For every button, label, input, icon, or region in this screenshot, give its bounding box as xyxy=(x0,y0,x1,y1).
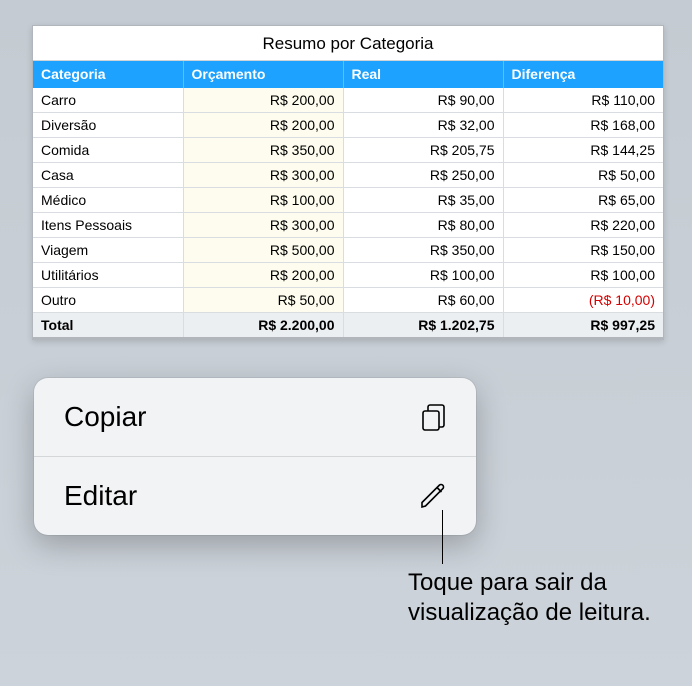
table-total-row: TotalR$ 2.200,00R$ 1.202,75R$ 997,25 xyxy=(33,313,663,339)
cell-budget: R$ 300,00 xyxy=(183,213,343,238)
copy-icon xyxy=(416,400,450,434)
cell-real: R$ 35,00 xyxy=(343,188,503,213)
total-real: R$ 1.202,75 xyxy=(343,313,503,339)
table-row: ComidaR$ 350,00R$ 205,75R$ 144,25 xyxy=(33,138,663,163)
cell-category: Carro xyxy=(33,88,183,113)
cell-diff: R$ 65,00 xyxy=(503,188,663,213)
cell-real: R$ 205,75 xyxy=(343,138,503,163)
cell-diff: (R$ 10,00) xyxy=(503,288,663,313)
spreadsheet-table: Resumo por Categoria Categoria Orçamento… xyxy=(32,25,664,340)
table-header-row: Categoria Orçamento Real Diferença xyxy=(33,61,663,88)
cell-diff: R$ 150,00 xyxy=(503,238,663,263)
table-row: DiversãoR$ 200,00R$ 32,00R$ 168,00 xyxy=(33,113,663,138)
edit-button[interactable]: Editar xyxy=(34,456,476,535)
copy-button[interactable]: Copiar xyxy=(34,378,476,456)
cell-real: R$ 250,00 xyxy=(343,163,503,188)
cell-category: Viagem xyxy=(33,238,183,263)
table-row: CasaR$ 300,00R$ 250,00R$ 50,00 xyxy=(33,163,663,188)
cell-budget: R$ 50,00 xyxy=(183,288,343,313)
cell-real: R$ 100,00 xyxy=(343,263,503,288)
table-row: UtilitáriosR$ 200,00R$ 100,00R$ 100,00 xyxy=(33,263,663,288)
cell-category: Utilitários xyxy=(33,263,183,288)
cell-category: Outro xyxy=(33,288,183,313)
cell-category: Comida xyxy=(33,138,183,163)
header-budget: Orçamento xyxy=(183,61,343,88)
cell-budget: R$ 350,00 xyxy=(183,138,343,163)
cell-diff: R$ 168,00 xyxy=(503,113,663,138)
table-row: Itens PessoaisR$ 300,00R$ 80,00R$ 220,00 xyxy=(33,213,663,238)
cell-budget: R$ 200,00 xyxy=(183,88,343,113)
cell-budget: R$ 100,00 xyxy=(183,188,343,213)
context-menu: Copiar Editar xyxy=(34,378,476,535)
cell-budget: R$ 200,00 xyxy=(183,113,343,138)
cell-category: Diversão xyxy=(33,113,183,138)
table-row: CarroR$ 200,00R$ 90,00R$ 110,00 xyxy=(33,88,663,113)
table-row: ViagemR$ 500,00R$ 350,00R$ 150,00 xyxy=(33,238,663,263)
edit-label: Editar xyxy=(64,480,137,512)
cell-real: R$ 80,00 xyxy=(343,213,503,238)
cell-real: R$ 350,00 xyxy=(343,238,503,263)
total-label: Total xyxy=(33,313,183,339)
header-real: Real xyxy=(343,61,503,88)
cell-category: Médico xyxy=(33,188,183,213)
cell-budget: R$ 300,00 xyxy=(183,163,343,188)
table-row: OutroR$ 50,00R$ 60,00(R$ 10,00) xyxy=(33,288,663,313)
cell-category: Casa xyxy=(33,163,183,188)
cell-real: R$ 60,00 xyxy=(343,288,503,313)
cell-diff: R$ 100,00 xyxy=(503,263,663,288)
table-title: Resumo por Categoria xyxy=(33,26,663,61)
cell-budget: R$ 200,00 xyxy=(183,263,343,288)
total-diff: R$ 997,25 xyxy=(503,313,663,339)
cell-budget: R$ 500,00 xyxy=(183,238,343,263)
cell-diff: R$ 220,00 xyxy=(503,213,663,238)
total-budget: R$ 2.200,00 xyxy=(183,313,343,339)
cell-category: Itens Pessoais xyxy=(33,213,183,238)
header-diff: Diferença xyxy=(503,61,663,88)
cell-diff: R$ 144,25 xyxy=(503,138,663,163)
copy-label: Copiar xyxy=(64,401,146,433)
callout-leader-line xyxy=(442,510,443,564)
cell-diff: R$ 110,00 xyxy=(503,88,663,113)
category-summary-table: Categoria Orçamento Real Diferença Carro… xyxy=(33,61,663,339)
cell-real: R$ 90,00 xyxy=(343,88,503,113)
cell-diff: R$ 50,00 xyxy=(503,163,663,188)
cell-real: R$ 32,00 xyxy=(343,113,503,138)
callout-text: Toque para sair da visualização de leitu… xyxy=(408,568,668,628)
pencil-icon xyxy=(416,479,450,513)
table-row: MédicoR$ 100,00R$ 35,00R$ 65,00 xyxy=(33,188,663,213)
header-category: Categoria xyxy=(33,61,183,88)
